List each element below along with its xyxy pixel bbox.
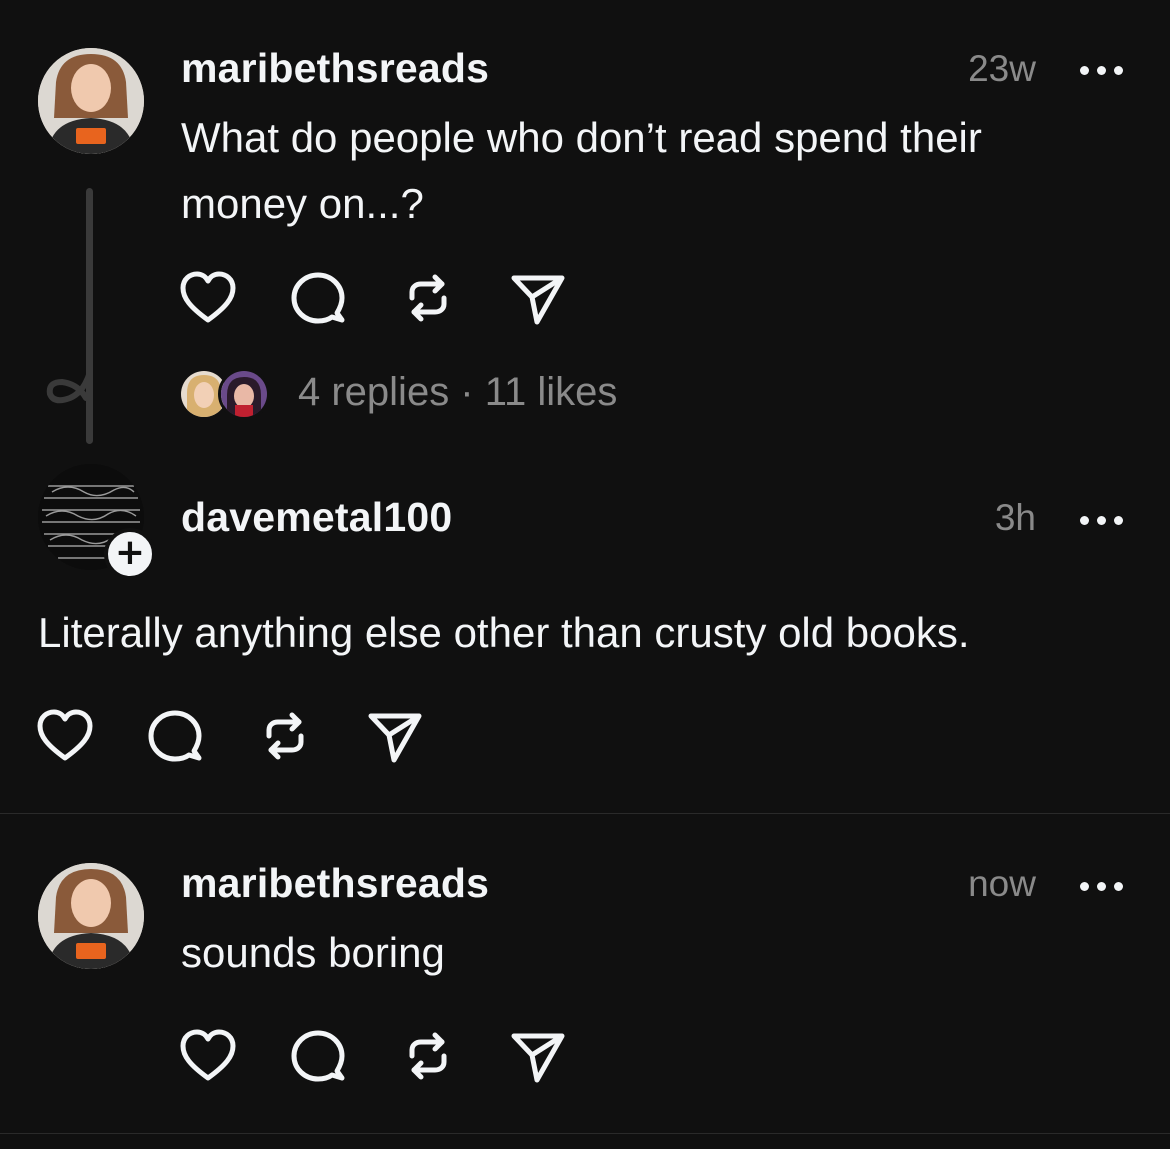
divider (0, 813, 1170, 814)
thread-loop-icon (46, 369, 93, 404)
username[interactable]: davemetal100 (181, 494, 452, 541)
divider (0, 1133, 1170, 1134)
timestamp: now (968, 863, 1036, 904)
timestamp: 3h (994, 497, 1036, 538)
send-icon[interactable] (508, 268, 568, 328)
reply-like-count[interactable]: 4 replies · 11 likes (298, 370, 617, 415)
send-icon[interactable] (508, 1026, 568, 1086)
more-icon[interactable] (1080, 876, 1124, 896)
heart-icon[interactable] (35, 706, 95, 766)
post-text: Literally anything else other than crust… (38, 609, 970, 656)
action-bar (178, 1026, 578, 1086)
username[interactable]: maribethsreads (181, 860, 489, 907)
avatar[interactable] (38, 48, 144, 154)
action-bar (35, 706, 435, 766)
comment-icon[interactable] (288, 1026, 348, 1086)
more-icon[interactable] (1080, 60, 1124, 80)
timestamp: 23w (968, 48, 1036, 89)
action-bar (178, 268, 578, 328)
post-text: What do people who don’t read spend thei… (181, 105, 982, 237)
avatar (218, 368, 270, 420)
more-icon[interactable] (1080, 510, 1124, 530)
repost-icon[interactable] (255, 706, 315, 766)
post-text-line: What do people who don’t read spend thei… (181, 114, 982, 161)
avatar[interactable] (38, 863, 144, 969)
repost-icon[interactable] (398, 1026, 458, 1086)
repost-icon[interactable] (398, 268, 458, 328)
username[interactable]: maribethsreads (181, 45, 489, 92)
plus-icon[interactable]: + (104, 528, 156, 580)
comment-icon[interactable] (145, 706, 205, 766)
post-text: sounds boring (181, 929, 445, 976)
comment-icon[interactable] (288, 268, 348, 328)
post-text-line: money on...? (181, 180, 424, 227)
heart-icon[interactable] (178, 268, 238, 328)
send-icon[interactable] (365, 706, 425, 766)
heart-icon[interactable] (178, 1026, 238, 1086)
